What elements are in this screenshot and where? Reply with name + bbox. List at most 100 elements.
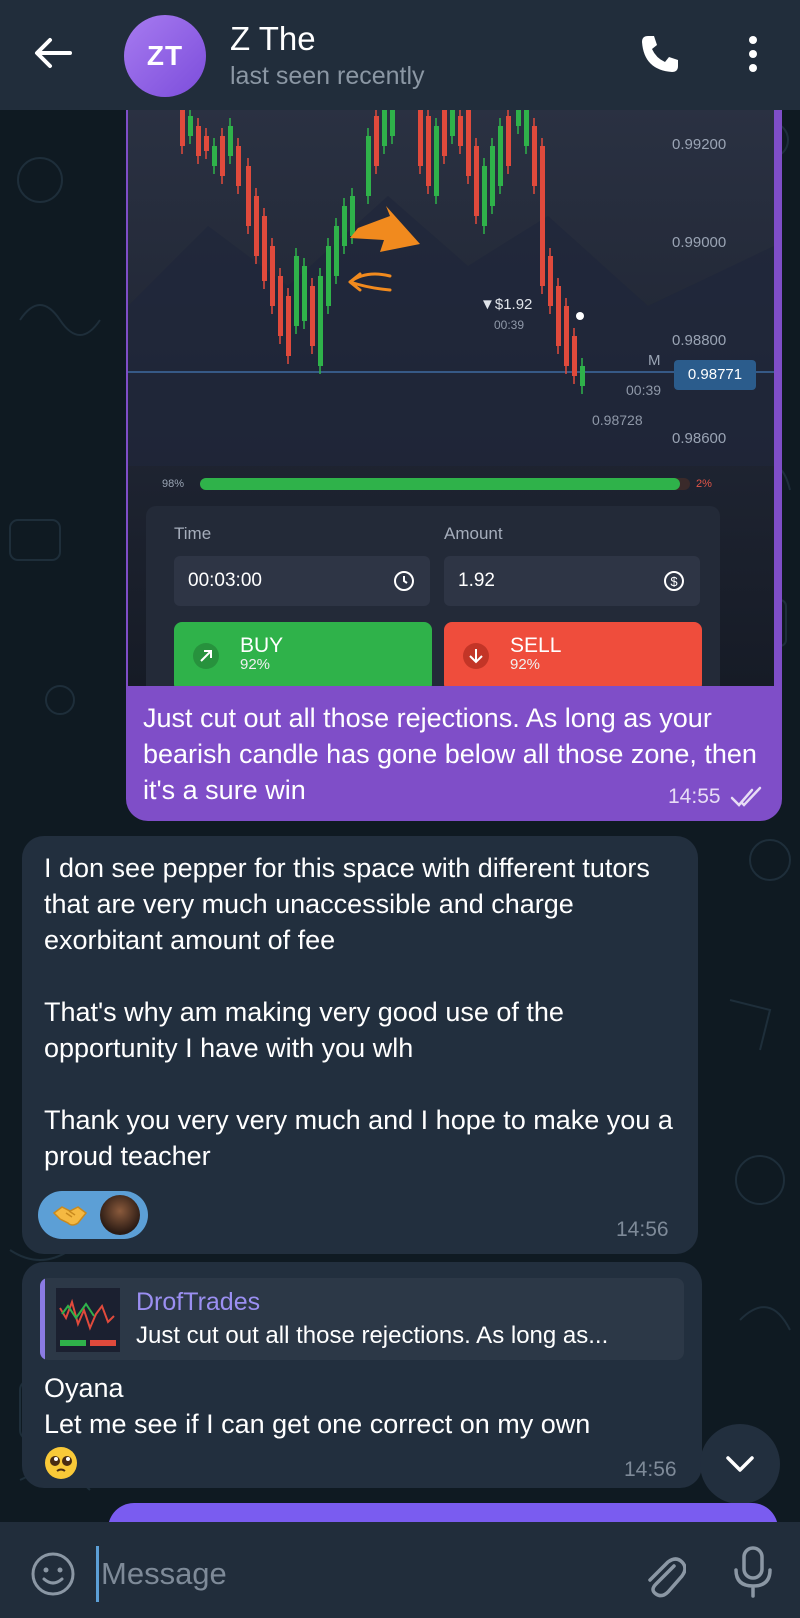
candle-body <box>342 206 347 246</box>
candle-body <box>212 146 217 166</box>
message-time: 14:56 <box>624 1458 677 1481</box>
candle-body <box>350 196 355 236</box>
candle-body <box>548 256 553 306</box>
price-axis-label: 0.99200 <box>672 136 727 153</box>
candle-body <box>228 126 233 156</box>
candle-body <box>236 146 241 186</box>
current-price-tag: 0.98771 <box>674 360 756 390</box>
chat-header: ZT Z The last seen recently <box>0 0 800 110</box>
clock-icon <box>394 571 414 591</box>
candle-body <box>524 106 529 146</box>
more-vertical-icon[interactable] <box>738 32 768 76</box>
back-arrow-icon[interactable] <box>30 30 76 76</box>
low-price-label: 0.98728 <box>592 412 643 428</box>
pleading-face-emoji-icon <box>45 1447 77 1479</box>
candle-body <box>532 126 537 186</box>
candle-body <box>220 136 225 176</box>
candle-body <box>366 136 371 196</box>
candle-body <box>278 276 283 336</box>
candle-body <box>498 126 503 186</box>
message-time: 14:55 <box>668 785 721 808</box>
amount-field-value: 1.92 <box>458 570 495 591</box>
candle-body <box>506 116 511 166</box>
candle-body <box>382 106 387 146</box>
buy-label: BUY <box>240 634 284 657</box>
candle-body <box>374 116 379 166</box>
arrow-down-icon <box>463 643 489 669</box>
message-reaction[interactable] <box>38 1191 148 1239</box>
reply-quote[interactable]: DrofTrades Just cut out all those reject… <box>40 1278 684 1360</box>
reactor-avatar <box>100 1195 140 1235</box>
candle-body <box>262 216 267 281</box>
candle-body <box>434 126 439 196</box>
candle-body <box>418 106 423 166</box>
buy-sentiment-percent: 98% <box>162 478 185 490</box>
expiry-timer: 00:39 <box>626 382 662 398</box>
message-input[interactable] <box>96 1546 623 1602</box>
price-axis-label: 0.98600 <box>672 430 727 447</box>
scroll-down-button[interactable] <box>700 1424 780 1504</box>
candle-body <box>204 136 209 151</box>
candle-body <box>286 296 291 356</box>
candle-body <box>254 196 259 256</box>
arrow-up-right-icon <box>193 643 219 669</box>
message-time: 14:56 <box>616 1218 669 1241</box>
sell-payout: 92% <box>510 656 541 673</box>
sell-label: SELL <box>510 634 562 657</box>
avatar[interactable]: ZT <box>124 15 206 97</box>
candle-body <box>490 146 495 206</box>
handshake-emoji-icon <box>52 1206 88 1226</box>
candle-body <box>556 286 561 346</box>
sentiment-bar-fill <box>200 478 681 490</box>
dollar-icon: $ <box>664 571 684 591</box>
phone-icon[interactable] <box>638 32 682 76</box>
candle-body <box>180 106 185 146</box>
reply-snippet: Just cut out all those rejections. As lo… <box>136 1322 609 1349</box>
sell-sentiment-percent: 2% <box>696 478 712 490</box>
paperclip-icon[interactable] <box>640 1548 686 1600</box>
incoming-message-text: Oyana Let me see if I can get one correc… <box>44 1373 591 1439</box>
candle-body <box>474 146 479 216</box>
candle-body <box>426 116 431 186</box>
reply-thumbnail <box>56 1288 120 1352</box>
candle-body <box>188 116 193 136</box>
reply-accent-bar <box>40 1278 45 1360</box>
candle-body <box>334 226 339 276</box>
candle-body <box>270 246 275 306</box>
emoji-icon[interactable] <box>30 1551 76 1597</box>
candle-body <box>466 106 471 176</box>
candle-body <box>326 246 331 306</box>
double-check-icon <box>730 786 762 807</box>
trading-chart-screenshot[interactable]: 0.99200 0.99000 0.98800 0.98600 0.98771 … <box>128 106 774 686</box>
candle-body <box>196 126 201 156</box>
chat-title[interactable]: Z The <box>230 20 316 58</box>
candle-body <box>572 336 577 376</box>
price-axis-label: 0.98800 <box>672 332 727 349</box>
candle-body <box>540 146 545 286</box>
time-field-label: Time <box>174 524 212 543</box>
time-field-value: 00:03:00 <box>188 570 262 591</box>
incoming-message-text: I don see pepper for this space with dif… <box>44 853 673 1171</box>
chart-marker: M <box>648 352 661 369</box>
candle-body <box>482 166 487 226</box>
candle-body <box>450 106 455 136</box>
candle-body <box>318 276 323 366</box>
candle-body <box>442 106 447 156</box>
candle-body <box>564 306 569 366</box>
chevron-down-icon <box>726 1456 754 1472</box>
candle-body <box>246 166 251 226</box>
candle-body <box>310 286 315 346</box>
amount-field-label: Amount <box>444 524 503 543</box>
candle-body <box>580 366 585 386</box>
profit-label: ▼$1.92 <box>480 296 533 313</box>
chat-status: last seen recently <box>230 62 425 90</box>
candle-body <box>294 256 299 326</box>
buy-payout: 92% <box>240 656 271 673</box>
candle-body <box>302 266 307 321</box>
price-axis-label: 0.99000 <box>672 234 727 251</box>
microphone-icon[interactable] <box>732 1544 774 1600</box>
svg-text:$: $ <box>670 574 678 589</box>
candle-body <box>390 106 395 136</box>
candle-body <box>458 116 463 146</box>
reply-author: DrofTrades <box>136 1288 261 1316</box>
